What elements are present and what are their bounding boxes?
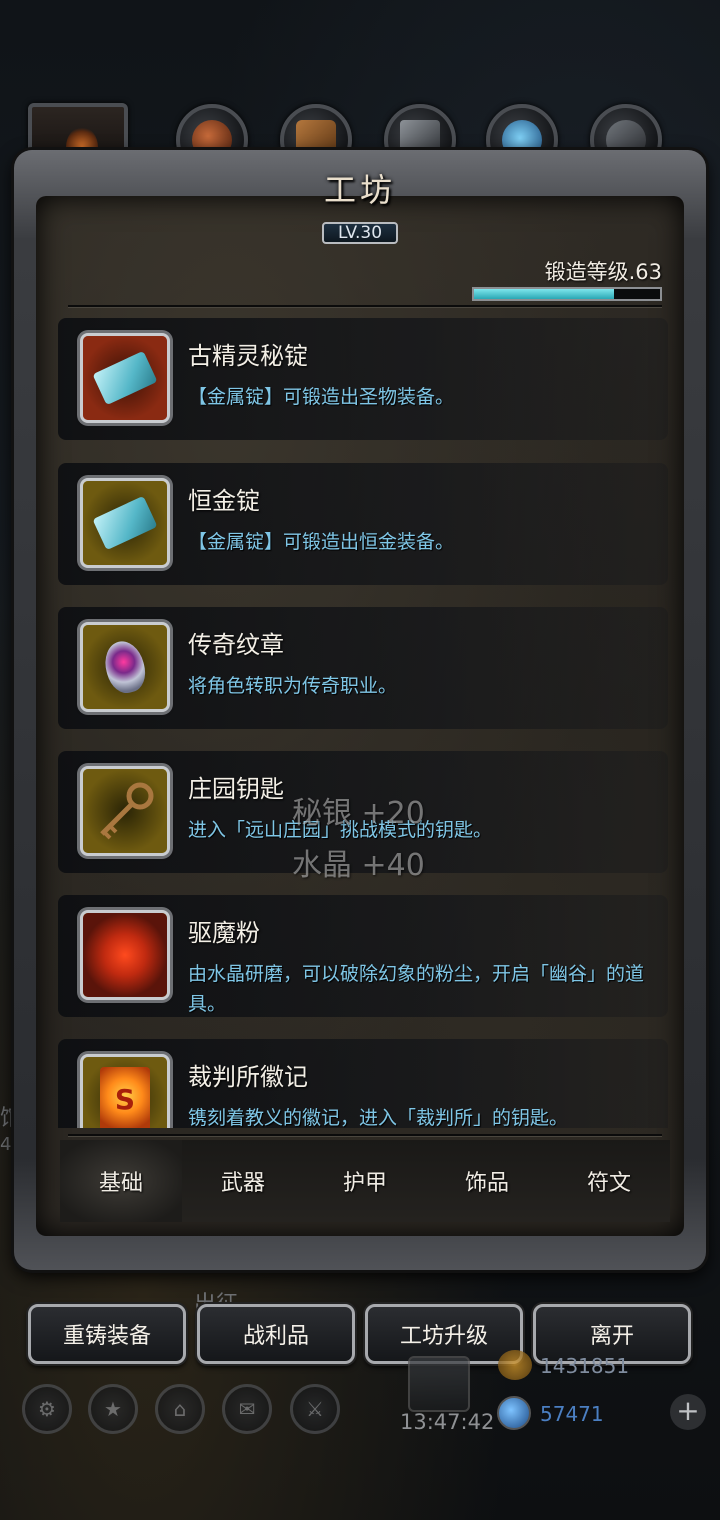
reforge-button[interactable]: 重铸装备 bbox=[28, 1304, 186, 1364]
gift-icon[interactable] bbox=[408, 1356, 470, 1412]
item-name: 裁判所徽记 bbox=[188, 1063, 308, 1091]
forge-progress-bar bbox=[472, 287, 662, 301]
hall-icon[interactable]: ⌂ bbox=[155, 1384, 205, 1434]
item-icon-frame: S bbox=[80, 1054, 170, 1128]
item-icon-frame bbox=[80, 622, 170, 712]
loot-button[interactable]: 战利品 bbox=[197, 1304, 355, 1364]
gold-amount: 1431851 bbox=[540, 1354, 630, 1378]
tab-accessory[interactable]: 饰品 bbox=[426, 1140, 548, 1222]
star-icon[interactable]: ★ bbox=[88, 1384, 138, 1434]
tab-rune[interactable]: 符文 bbox=[548, 1140, 670, 1222]
ingot-icon bbox=[92, 495, 158, 551]
forge-level-label: 锻造等级.63 bbox=[544, 260, 662, 284]
item-icon-frame bbox=[80, 478, 170, 568]
forge-progress-fill bbox=[474, 289, 614, 299]
item-name: 古精灵秘锭 bbox=[188, 342, 308, 370]
powder-icon bbox=[83, 913, 167, 997]
item-icon-frame bbox=[80, 910, 170, 1000]
item-name: 庄园钥匙 bbox=[188, 775, 284, 803]
seal-icon: S bbox=[100, 1067, 150, 1128]
list-item[interactable]: 恒金锭 【金属锭】可锻造出恒金装备。 bbox=[58, 463, 668, 585]
category-tabs: 基础 武器 护甲 饰品 符文 bbox=[60, 1140, 670, 1222]
guild-icon[interactable]: ⚔ bbox=[290, 1384, 340, 1434]
item-desc: 镌刻着教义的徽记，进入「裁判所」的钥匙。 bbox=[188, 1107, 569, 1128]
level-badge: LV.30 bbox=[322, 222, 398, 244]
add-currency-button[interactable]: + bbox=[670, 1394, 706, 1430]
tab-armor[interactable]: 护甲 bbox=[304, 1140, 426, 1222]
gem-icon bbox=[497, 1396, 531, 1430]
reward-toast-crystal: 水晶 +40 bbox=[292, 848, 425, 883]
tab-weapon[interactable]: 武器 bbox=[182, 1140, 304, 1222]
mail-icon[interactable]: ✉ bbox=[222, 1384, 272, 1434]
settings-icon[interactable]: ⚙ bbox=[22, 1384, 72, 1434]
gold-coin-icon bbox=[498, 1350, 532, 1380]
item-desc: 由水晶研磨，可以破除幻象的粉尘，开启「幽谷」的道具。 bbox=[188, 963, 645, 1015]
page-title: 工坊 bbox=[323, 171, 396, 209]
tab-basic[interactable]: 基础 bbox=[60, 1140, 182, 1222]
item-icon-frame bbox=[80, 333, 170, 423]
key-icon bbox=[100, 782, 154, 840]
list-item[interactable]: S 裁判所徽记 镌刻着教义的徽记，进入「裁判所」的钥匙。 bbox=[58, 1039, 668, 1128]
item-desc: 【金属锭】可锻造出恒金装备。 bbox=[188, 531, 455, 553]
silver-ingot-icon bbox=[92, 350, 158, 406]
workshop-upgrade-button[interactable]: 工坊升级 bbox=[365, 1304, 523, 1364]
item-list[interactable]: 古精灵秘锭 【金属锭】可锻造出圣物装备。 恒金锭 【金属锭】可锻造出恒金装备。 … bbox=[58, 318, 668, 1128]
list-item[interactable]: 传奇纹章 将角色转职为传奇职业。 bbox=[58, 607, 668, 729]
reward-toast-silver: 秘银 +20 bbox=[292, 796, 425, 831]
clock-time: 13:47:42 bbox=[400, 1410, 495, 1434]
item-name: 驱魔粉 bbox=[188, 919, 260, 947]
item-icon-frame bbox=[80, 766, 170, 856]
item-desc: 将角色转职为传奇职业。 bbox=[188, 675, 398, 697]
item-name: 恒金锭 bbox=[188, 487, 260, 515]
gem-amount: 57471 bbox=[540, 1402, 604, 1426]
item-desc: 【金属锭】可锻造出圣物装备。 bbox=[188, 386, 455, 408]
item-name: 传奇纹章 bbox=[188, 631, 284, 659]
list-item[interactable]: 驱魔粉 由水晶研磨，可以破除幻象的粉尘，开启「幽谷」的道具。 bbox=[58, 895, 668, 1017]
emblem-icon bbox=[99, 636, 151, 698]
divider-top bbox=[68, 305, 662, 307]
list-item[interactable]: 古精灵秘锭 【金属锭】可锻造出圣物装备。 bbox=[58, 318, 668, 440]
divider-bottom bbox=[68, 1134, 662, 1136]
